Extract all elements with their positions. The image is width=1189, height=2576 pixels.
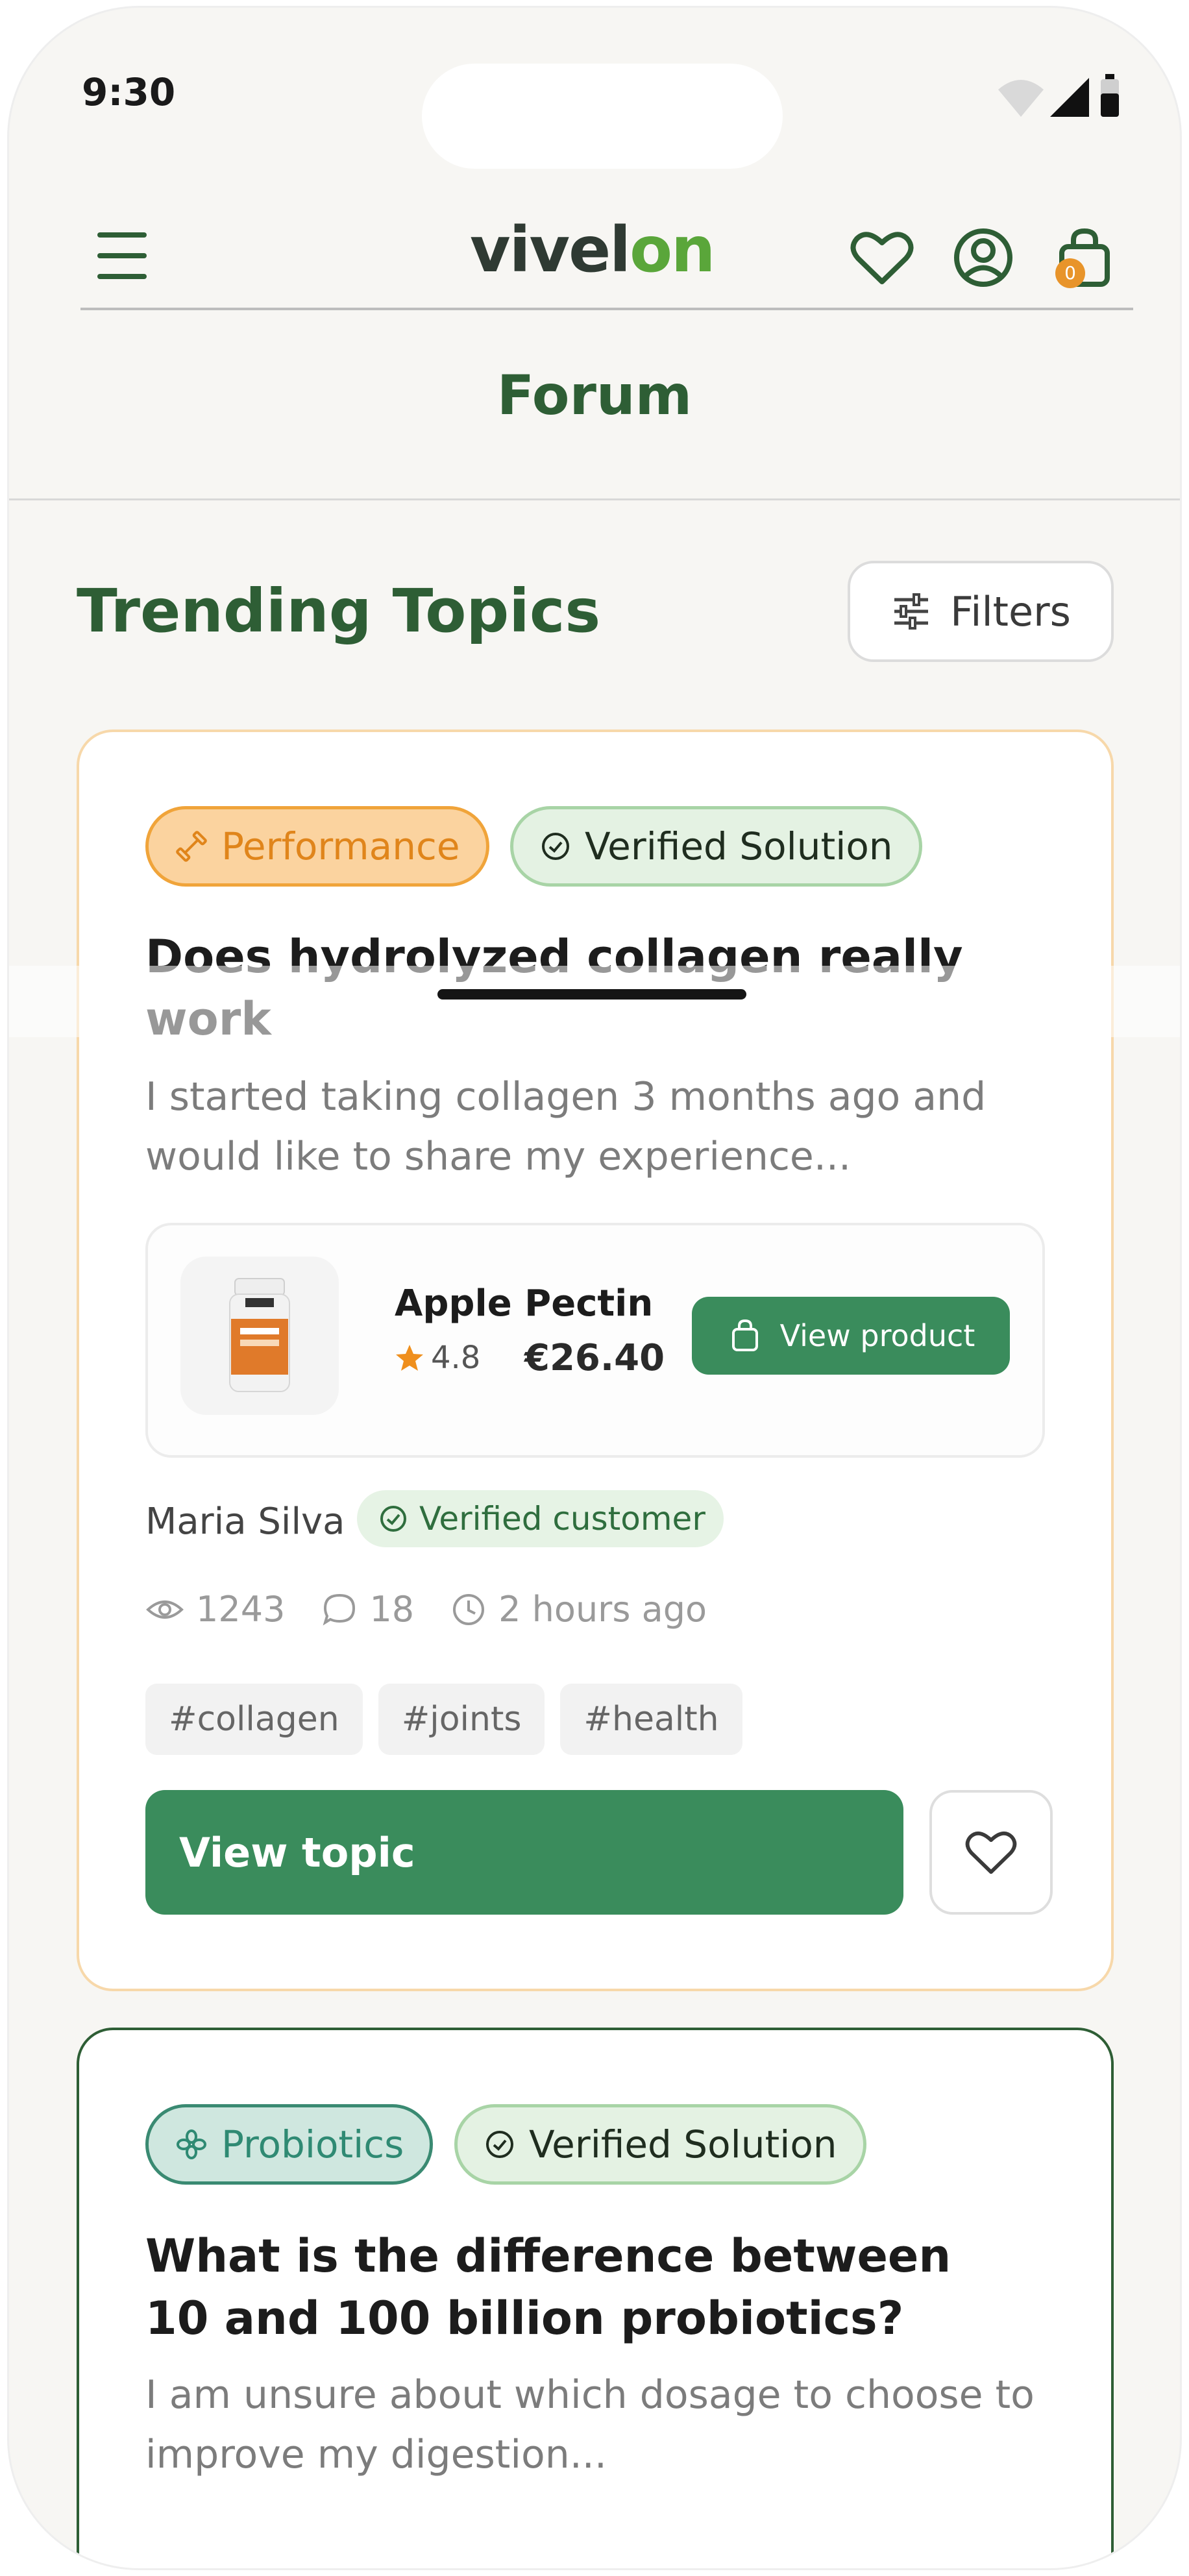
header-divider [80,308,1133,310]
bag-icon [731,1319,758,1351]
tag-health[interactable]: #health [560,1684,742,1755]
check-circle-icon [486,2131,513,2158]
logo-end: n [671,214,715,286]
comment-icon [323,1593,356,1626]
verified-label: Verified Solution [529,2122,837,2166]
logo-leaf: o [630,214,672,286]
verified-customer-badge: Verified customer [357,1490,724,1547]
author-name[interactable]: Maria Silva [145,1501,345,1543]
menu-button[interactable] [90,222,158,291]
product-image[interactable] [180,1257,339,1415]
comments-count: 18 [369,1589,415,1630]
brand-logo[interactable]: vivel o n [470,214,742,286]
verified-solution-chip: Verified Solution [510,806,922,887]
favorites-button[interactable] [846,222,918,293]
eye-icon [146,1600,184,1619]
filters-label: Filters [950,587,1071,635]
dynamic-island [422,64,783,169]
check-circle-icon [380,1506,406,1532]
dumbbell-icon [176,831,207,862]
views-stat: 1243 [145,1589,285,1630]
title-divider [9,498,1180,500]
category-chip[interactable]: Performance [145,806,489,887]
tag-joints[interactable]: #joints [378,1684,545,1755]
views-count: 1243 [196,1589,286,1630]
scroll-overlay [9,966,1180,1037]
phone-screen: 9:30 vivel o n 0 Forum Trending Topics F… [9,8,1180,2568]
bacteria-icon [177,2129,206,2159]
verified-solution-chip: Verified Solution [454,2104,866,2185]
product-rating: 4.8 [395,1340,480,1376]
topic-stats: 1243 18 2 hours ago [145,1589,707,1630]
signal-icon [1050,78,1089,117]
view-product-label: View product [779,1318,975,1353]
category-label: Performance [221,824,460,868]
topic-card: Performance Verified Solution Does hydro… [77,730,1114,1991]
filters-button[interactable]: Filters [848,561,1114,662]
menu-icon [97,232,147,279]
logo-text: vivel [470,214,631,286]
favorite-topic-button[interactable] [929,1790,1053,1915]
status-time: 9:30 [82,70,176,114]
view-topic-button[interactable]: View topic [145,1790,903,1915]
heart-icon [850,232,914,284]
check-circle-icon [542,833,569,860]
comments-stat: 18 [321,1589,414,1630]
topic-card: Probiotics Verified Solution What is the… [77,2028,1114,2568]
time-stat: 2 hours ago [450,1589,707,1630]
battery-icon [1101,74,1119,117]
verified-label: Verified Solution [585,824,893,868]
status-icons [992,70,1134,122]
star-icon [396,1345,423,1371]
account-button[interactable] [948,222,1019,293]
category-label: Probiotics [221,2122,404,2166]
product-price: €26.40 [524,1337,665,1379]
page-title: Forum [496,363,693,427]
sliders-icon [894,593,929,630]
topic-excerpt: I am unsure about which dosage to choose… [145,2372,1035,2477]
verified-customer-label: Verified customer [419,1500,705,1538]
time-ago: 2 hours ago [498,1589,707,1630]
cart-count-badge: 0 [1055,258,1085,288]
heart-icon [965,1831,1017,1874]
rating-value: 4.8 [431,1340,481,1376]
topic-title[interactable]: What is the difference between 10 and 10… [145,2225,1028,2349]
topic-excerpt: I started taking collagen 3 months ago a… [145,1074,987,1179]
category-chip[interactable]: Probiotics [145,2104,434,2185]
clock-icon [453,1593,485,1625]
user-icon [954,228,1012,287]
tag-list: #collagen #joints #health [145,1684,742,1755]
section-title: Trending Topics [77,576,601,646]
view-product-button[interactable]: View product [692,1297,1010,1375]
wifi-icon [998,80,1044,117]
tag-collagen[interactable]: #collagen [145,1684,363,1755]
product-name[interactable]: Apple Pectin [395,1282,653,1325]
home-indicator[interactable] [437,989,746,1000]
product-card: Apple Pectin 4.8 €26.40 View product [145,1223,1045,1458]
